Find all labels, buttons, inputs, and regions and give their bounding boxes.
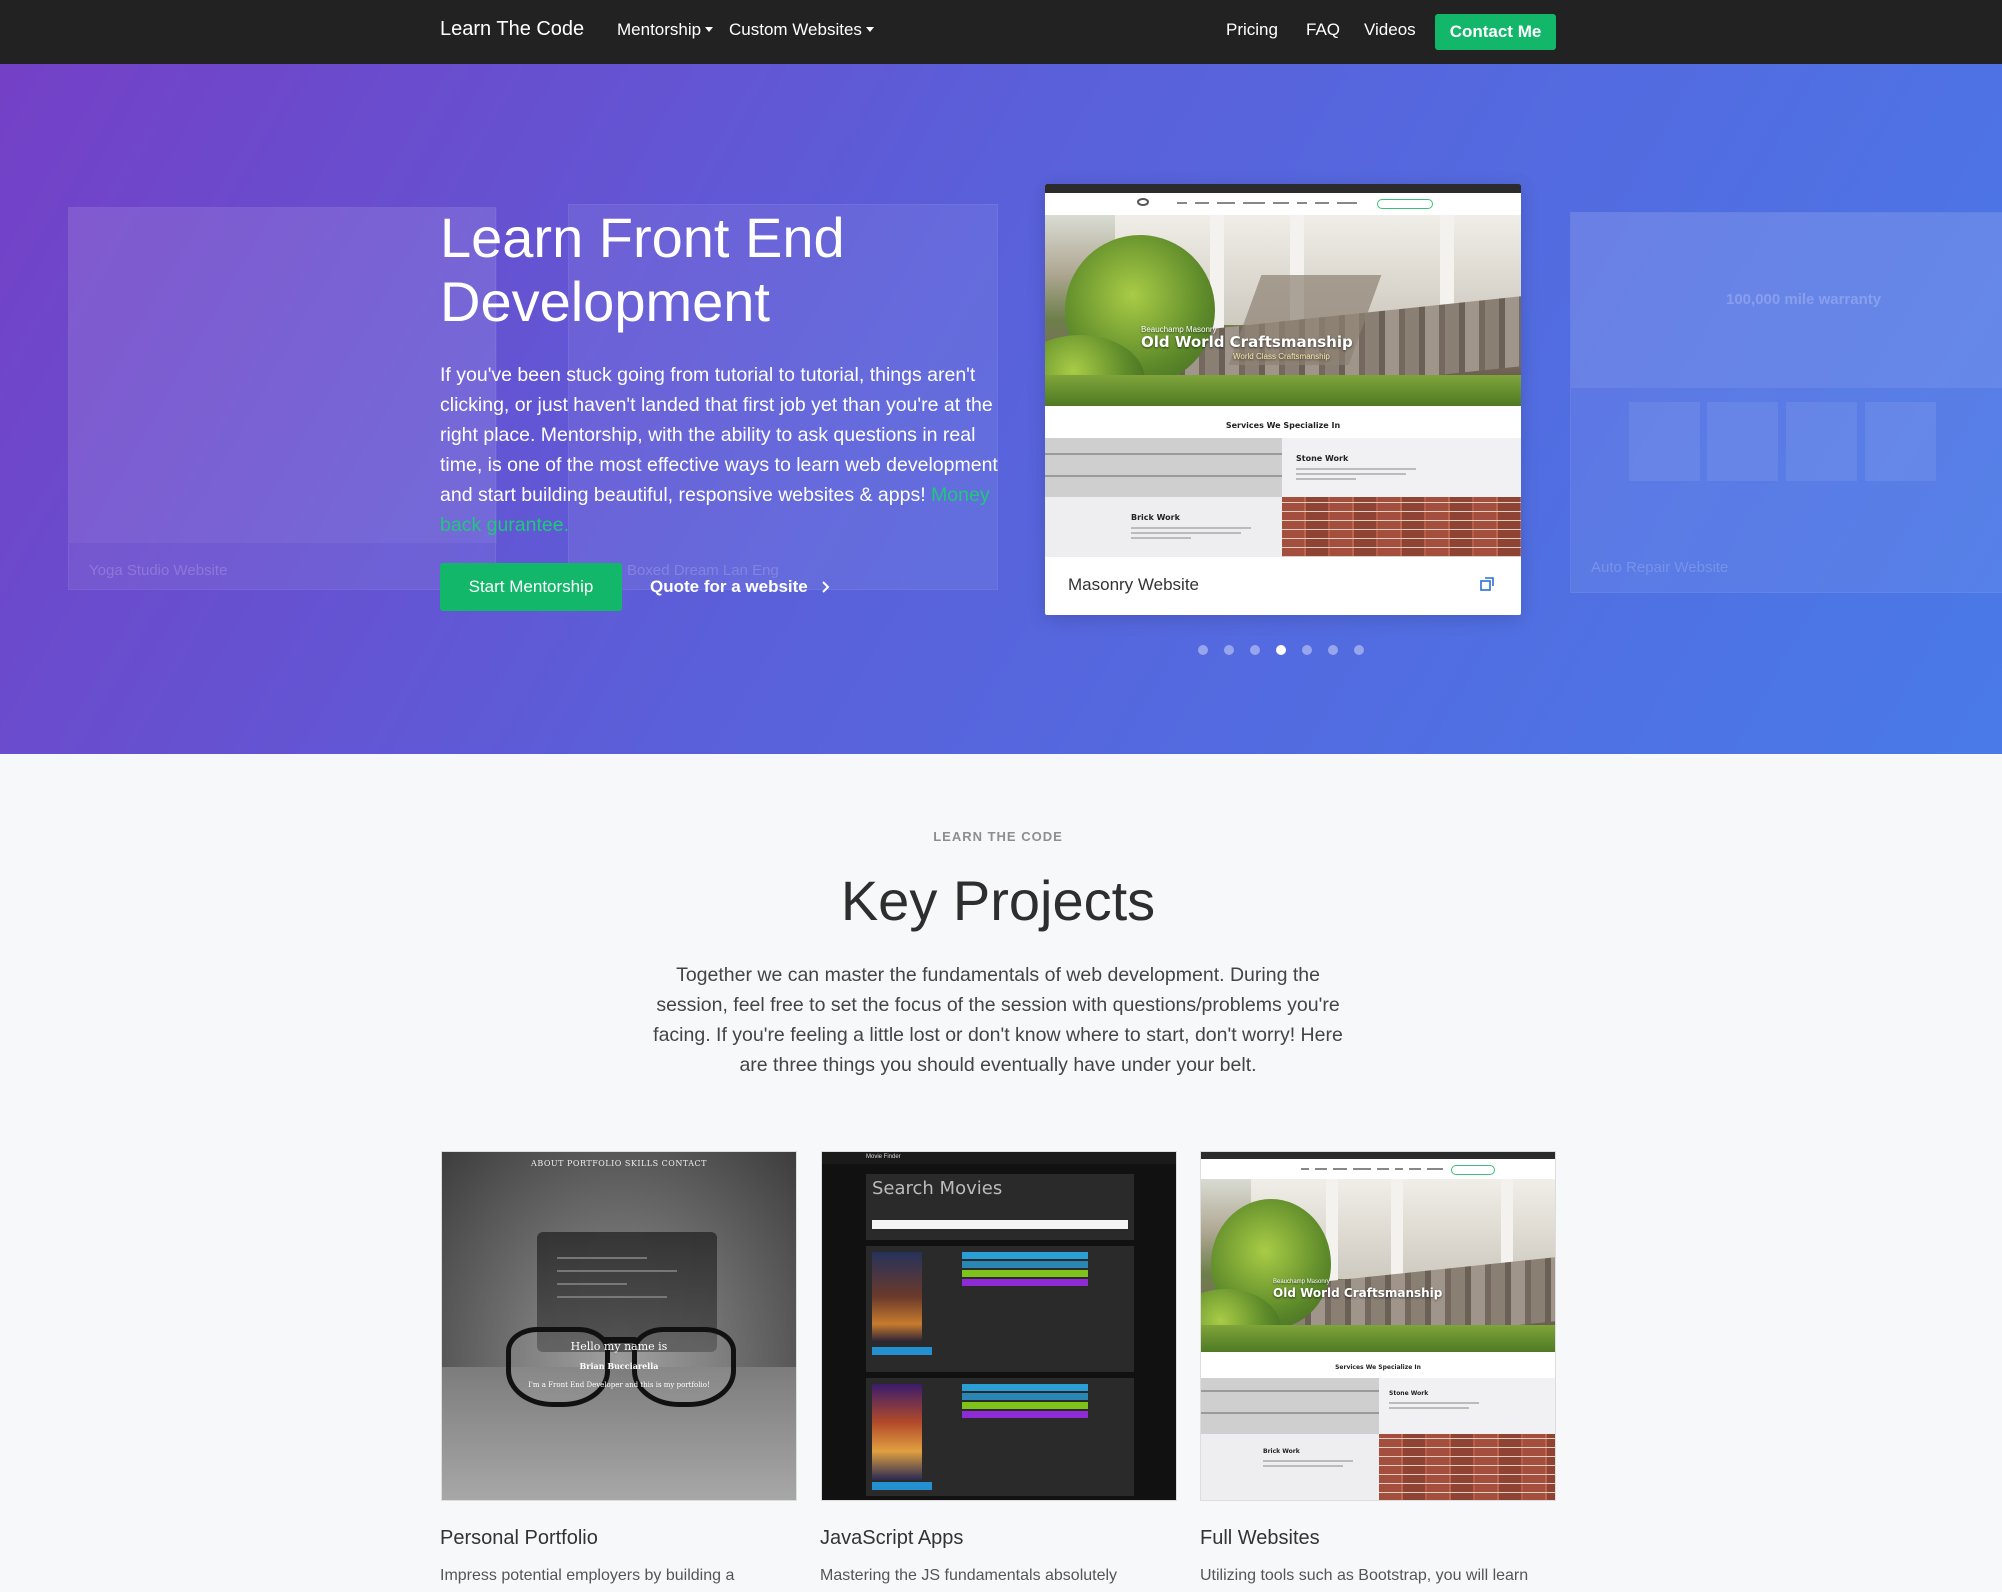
start-mentorship-button[interactable]: Start Mentorship [440, 563, 622, 611]
portfolio-tagline-text: I'm a Front End Developer and this is my… [528, 1381, 710, 1389]
shot-services-heading: Services We Specialize In [1335, 1364, 1421, 1371]
shot-brick-panel: Brick Work [1201, 1434, 1379, 1500]
shot-stone-panel: Stone Work [1379, 1378, 1555, 1434]
hero-description: If you've been stuck going from tutorial… [440, 360, 1000, 540]
shot-nav [1045, 193, 1521, 215]
shot-title: Old World Craftsmanship [1273, 1286, 1443, 1300]
section-title: Key Projects [840, 869, 1156, 932]
js-search-input-graphic [872, 1220, 1128, 1229]
js-info-bar [962, 1384, 1088, 1391]
carousel-caption: Masonry Website [1068, 575, 1200, 594]
carousel-dot[interactable] [1198, 645, 1208, 655]
section-eyebrow: LEARN THE CODE [933, 829, 1063, 844]
shot-stone-image [1045, 438, 1282, 497]
shot-hero: Beauchamp Masonry Old World Craftsmanshi… [1201, 1179, 1555, 1352]
carousel-dot[interactable] [1224, 645, 1234, 655]
js-info-bar [962, 1270, 1088, 1277]
carousel-ghost-slide-right[interactable]: 100,000 mile warranty Auto Repair Websit… [1570, 212, 2002, 593]
project-title-full-websites: Full Websites [1200, 1527, 1320, 1549]
js-app-name: Movie Finder [866, 1154, 901, 1160]
shot-brick-image [1282, 497, 1521, 557]
nav-link-faq[interactable]: FAQ [1306, 20, 1340, 40]
full-websites-project-image[interactable]: Beauchamp Masonry Old World Craftsmanshi… [1200, 1151, 1556, 1501]
portfolio-project-image[interactable]: ABOUT PORTFOLIO SKILLS CONTACT Hello my … [441, 1151, 797, 1501]
js-info-bar [962, 1279, 1088, 1286]
nav-dropdown-mentorship[interactable]: Mentorship [617, 20, 714, 40]
top-navbar: Learn The Code Mentorship Custom Website… [0, 0, 2002, 64]
masonry-website-screenshot: Beauchamp Masonry Old World Craftsmanshi… [1045, 184, 1521, 557]
nav-custom-websites-label: Custom Websites [729, 20, 862, 39]
shot-topbar [1201, 1152, 1555, 1159]
js-info-bar [962, 1252, 1088, 1259]
js-info-bar [962, 1393, 1088, 1400]
project-text-javascript: Mastering the JS fundamentals absolutely [820, 1567, 1118, 1584]
project-title-portfolio: Personal Portfolio [440, 1527, 598, 1549]
shot-brick-image [1379, 1434, 1555, 1500]
hero-description-text: If you've been stuck going from tutorial… [440, 364, 998, 506]
hero-section: Yoga Studio Website Boxed Dream Lan Eng … [0, 64, 2002, 754]
shot-title: Old World Craftsmanship [1141, 333, 1353, 351]
section-description: Together we can master the fundamentals … [653, 964, 1343, 1076]
portfolio-name-text: Brian Bucciarella [579, 1361, 659, 1371]
carousel-active-card[interactable]: Beauchamp Masonry Old World Craftsmanshi… [1045, 184, 1521, 615]
ghost-slide-thumb [1629, 402, 1700, 481]
shot-brick-panel: Brick Work [1045, 497, 1282, 557]
project-text-portfolio: Impress potential employers by building … [440, 1567, 735, 1584]
carousel-dot[interactable] [1250, 645, 1260, 655]
shot-topbar [1045, 184, 1521, 193]
shot-hero: Beauchamp Masonry Old World Craftsmanshi… [1045, 215, 1521, 406]
quote-website-link[interactable]: Quote for a website [650, 577, 830, 597]
shot-services-heading: Services We Specialize In [1225, 421, 1341, 430]
brand-link[interactable]: Learn The Code [440, 18, 584, 41]
nav-mentorship-label: Mentorship [617, 20, 702, 39]
ghost-slide-caption: Yoga Studio Website [89, 562, 228, 579]
js-info-bar [962, 1402, 1088, 1409]
shot-stone-image [1201, 1378, 1379, 1434]
carousel-dot[interactable] [1328, 645, 1338, 655]
ghost-slide-thumb [1865, 402, 1936, 481]
caret-down-icon [705, 27, 714, 32]
js-search-title: Search Movies [872, 1178, 1003, 1199]
js-info-bar [962, 1261, 1088, 1268]
carousel-dot[interactable] [1302, 645, 1312, 655]
movie-poster-1 [872, 1252, 922, 1342]
shot-subtitle: World Class Craftsmanship [1233, 352, 1330, 361]
project-title-javascript: JavaScript Apps [820, 1527, 964, 1549]
caret-down-icon [865, 27, 874, 32]
chevron-right-icon [822, 581, 830, 593]
ghost-slide-image [69, 208, 497, 543]
shot-nav [1201, 1159, 1555, 1179]
shot-stone-panel: Stone Work [1282, 438, 1521, 497]
carousel-dot[interactable] [1354, 645, 1364, 655]
ghost-slide-caption: Auto Repair Website [1591, 559, 1729, 576]
project-text-full-websites: Utilizing tools such as Bootstrap, you w… [1200, 1567, 1529, 1584]
nav-link-pricing[interactable]: Pricing [1226, 20, 1278, 40]
carousel-dot-active[interactable] [1276, 645, 1286, 655]
hero-title: Learn Front End Development [440, 206, 845, 333]
ghost-slide-thumb [1786, 402, 1857, 481]
shot-kicker: Beauchamp Masonry [1273, 1279, 1330, 1285]
ghost-slide-thumb [1707, 402, 1778, 481]
javascript-apps-project-image[interactable]: Movie Finder Search Movies [821, 1151, 1177, 1501]
contact-button[interactable]: Contact Me [1435, 14, 1556, 50]
ghost-slide-heading: 100,000 mile warranty [1726, 291, 1882, 308]
nav-link-videos[interactable]: Videos [1364, 20, 1416, 40]
js-app-navbar: Movie Finder [822, 1152, 1176, 1164]
js-card-button-2 [872, 1482, 932, 1490]
portfolio-nav-text: ABOUT PORTFOLIO SKILLS CONTACT [531, 1159, 707, 1168]
movie-poster-2 [872, 1384, 922, 1480]
carousel-ghost-slide-left[interactable]: Yoga Studio Website [68, 207, 497, 590]
js-card-button-1 [872, 1347, 932, 1355]
quote-website-label: Quote for a website [650, 577, 808, 596]
js-info-bar [962, 1411, 1088, 1418]
external-link-icon[interactable] [1480, 577, 1494, 591]
nav-dropdown-custom-websites[interactable]: Custom Websites [729, 20, 874, 40]
portfolio-hello-text: Hello my name is [570, 1340, 668, 1353]
